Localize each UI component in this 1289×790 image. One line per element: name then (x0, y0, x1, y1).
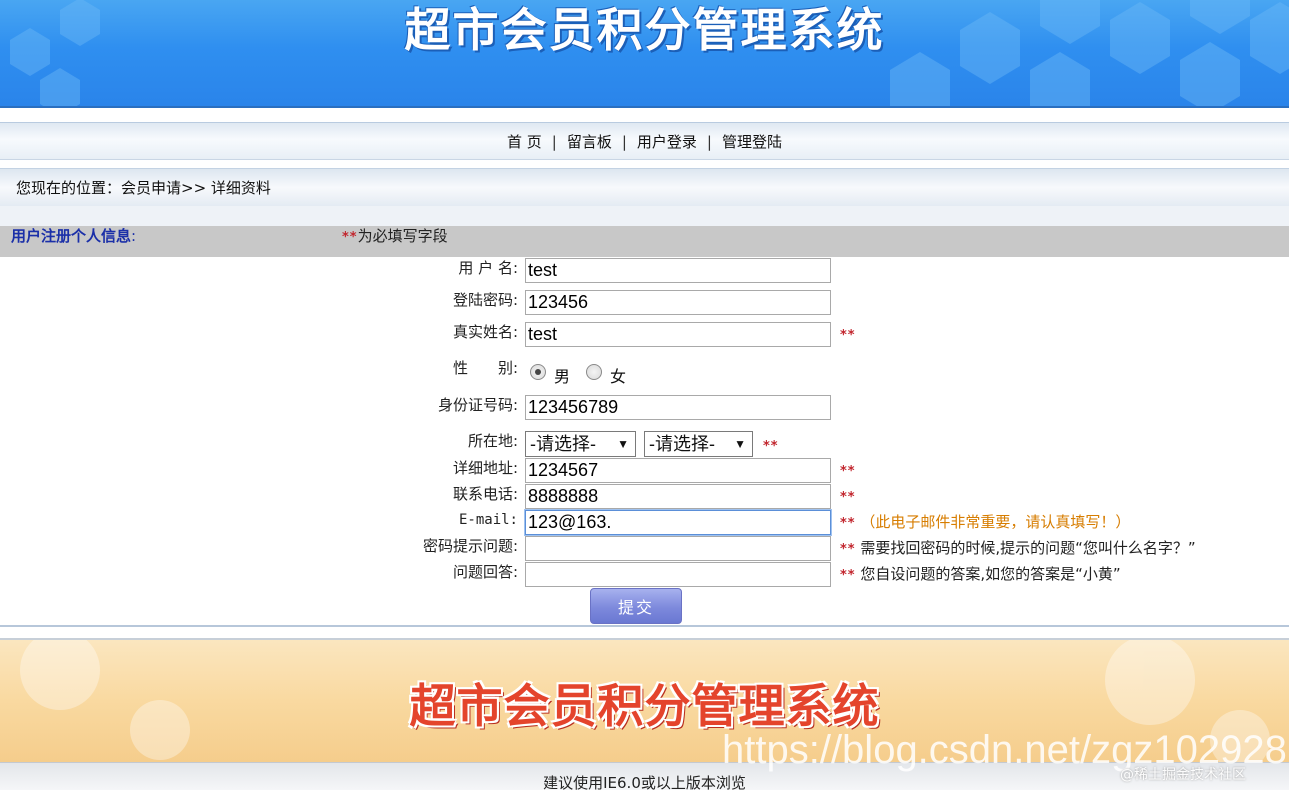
email-hint-text: （此电子邮件非常重要，请认真填写！） (860, 513, 1131, 531)
address-input[interactable] (525, 458, 831, 483)
address-required: ** (840, 461, 856, 481)
nav-item-guestbook[interactable]: 留言板 (567, 133, 612, 151)
idcard-input[interactable] (525, 395, 831, 420)
header-title: 超市会员积分管理系统 (404, 3, 885, 57)
phone-input[interactable] (525, 484, 831, 509)
province-select[interactable]: -请选择- ▼ (525, 431, 636, 457)
gender-male-label: 男 (554, 367, 571, 386)
nav-separator: | (621, 133, 627, 151)
top-nav: 首 页 | 留言板 | 用户登录 | 管理登陆 (0, 122, 1289, 160)
required-mark: ** (763, 439, 779, 454)
section-title-colon: : (131, 227, 137, 245)
footer-note: 建议使用IE6.0或以上版本浏览 (543, 774, 746, 790)
row-address: 详细地址: ** (0, 457, 1289, 483)
nav-item-admin-login[interactable]: 管理登陆 (722, 133, 782, 151)
row-realname: 真实姓名: ** (0, 321, 1289, 347)
answer-hint-text: 您自设问题的答案,如您的答案是“小黄” (860, 565, 1121, 583)
realname-label: 真实姓名: (452, 323, 518, 341)
question-hint: ** 需要找回密码的时候,提示的问题“您叫什么名字？” (840, 539, 1196, 559)
spacer (0, 206, 1289, 226)
location-required: ** (763, 436, 779, 456)
idcard-label: 身份证号码: (437, 396, 518, 414)
province-select-value: -请选择- (530, 434, 596, 454)
nav-separator: | (706, 133, 712, 151)
breadcrumb-text: 您现在的位置：会员申请>> 详细资料 (16, 179, 271, 197)
city-select[interactable]: -请选择- ▼ (644, 431, 753, 457)
city-select-value: -请选择- (649, 434, 715, 454)
gender-label: 性 别: (452, 359, 518, 377)
section-header: 用户注册个人信息: **为必填写字段 (0, 226, 1289, 257)
section-title: 用户注册个人信息: (11, 226, 136, 246)
required-mark: ** (840, 464, 856, 479)
answer-label: 问题回答: (452, 563, 518, 581)
required-mark: ** (342, 230, 358, 245)
row-gender: 性 别: 男 女 (0, 357, 1289, 386)
row-question: 密码提示问题: ** 需要找回密码的时候,提示的问题“您叫什么名字？” (0, 535, 1289, 561)
gender-female-radio[interactable] (586, 364, 603, 380)
required-mark: ** (840, 568, 856, 583)
username-label: 用 户 名: (458, 259, 518, 277)
nav-item-home[interactable]: 首 页 (507, 133, 542, 151)
question-hint-text: 需要找回密码的时候,提示的问题“您叫什么名字？” (860, 539, 1196, 557)
required-note-text: 为必填写字段 (357, 227, 448, 245)
dropdown-arrow-icon: ▼ (734, 437, 746, 451)
row-location: 所在地: -请选择- ▼ -请选择- ▼ ** (0, 430, 1289, 457)
row-idcard: 身份证号码: (0, 394, 1289, 420)
gender-female-label: 女 (610, 367, 627, 386)
header-banner: 超市会员积分管理系统 (0, 0, 1289, 108)
gender-male-radio[interactable] (530, 364, 546, 380)
row-username: 用 户 名: (0, 257, 1289, 283)
question-input[interactable] (525, 536, 831, 561)
phone-label: 联系电话: (452, 485, 518, 503)
username-input[interactable] (525, 258, 831, 283)
question-label: 密码提示问题: (422, 537, 518, 555)
password-input[interactable] (525, 290, 831, 315)
answer-hint: ** 您自设问题的答案,如您的答案是“小黄” (840, 565, 1121, 585)
gender-radio-group: 男 女 (530, 360, 642, 386)
required-mark: ** (840, 490, 856, 505)
row-password: 登陆密码: (0, 289, 1289, 315)
row-email: E-mail: ** （此电子邮件非常重要，请认真填写！） (0, 509, 1289, 535)
phone-required: ** (840, 487, 856, 507)
section-title-text: 用户注册个人信息 (11, 227, 132, 245)
breadcrumb: 您现在的位置：会员申请>> 详细资料 (0, 168, 1289, 206)
answer-input[interactable] (525, 562, 831, 587)
realname-required: ** (840, 325, 856, 345)
email-input[interactable] (525, 510, 831, 535)
footer-banner-title: 超市会员积分管理系统 (409, 679, 880, 733)
email-hint: ** （此电子邮件非常重要，请认真填写！） (840, 513, 1130, 533)
required-note: **为必填写字段 (342, 226, 448, 248)
email-label: E-mail: (458, 512, 518, 528)
nav-item-user-login[interactable]: 用户登录 (637, 133, 697, 151)
required-mark: ** (840, 516, 856, 531)
dropdown-arrow-icon: ▼ (617, 437, 629, 451)
realname-input[interactable] (525, 322, 831, 347)
required-mark: ** (840, 542, 856, 557)
row-phone: 联系电话: ** (0, 483, 1289, 509)
location-label: 所在地: (467, 432, 518, 450)
submit-button[interactable]: 提交 (590, 588, 682, 624)
required-mark: ** (840, 328, 856, 343)
watermark-site: @稀土掘金技术社区 (1120, 767, 1246, 783)
address-label: 详细地址: (452, 459, 518, 477)
password-label: 登陆密码: (452, 291, 518, 309)
nav-separator: | (551, 133, 557, 151)
row-answer: 问题回答: ** 您自设问题的答案,如您的答案是“小黄” (0, 561, 1289, 587)
